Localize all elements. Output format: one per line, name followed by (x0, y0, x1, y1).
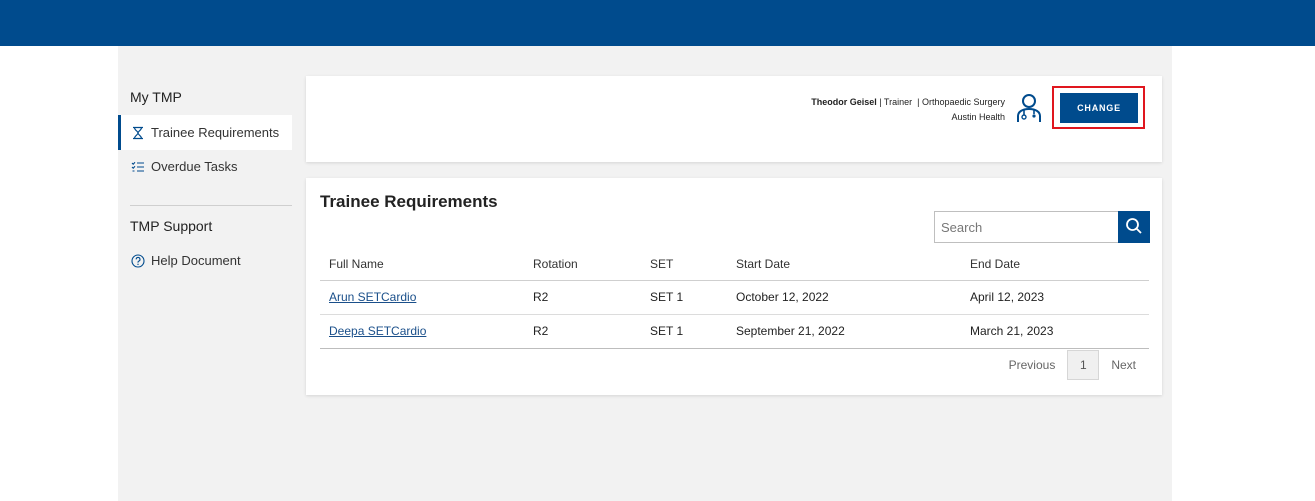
pagination: Previous 1 Next (997, 350, 1148, 380)
sidebar-item-label: Trainee Requirements (151, 125, 280, 140)
table-header-row: Full Name Rotation SET Start Date End Da… (320, 248, 1149, 281)
user-name: Theodor Geisel (811, 97, 877, 107)
pagination-next[interactable]: Next (1099, 358, 1148, 372)
sidebar-heading-tmp-support: TMP Support (130, 218, 213, 234)
set-cell: SET 1 (641, 314, 727, 349)
sidebar-item-overdue-tasks[interactable]: Overdue Tasks (118, 149, 292, 184)
user-header-card: Theodor Geisel | Trainer | Orthopaedic S… (306, 76, 1162, 162)
search-bar (934, 211, 1150, 243)
user-specialty: | Orthopaedic Surgery (917, 97, 1005, 107)
trainee-requirements-icon (131, 126, 145, 140)
trainee-name-cell: Deepa SETCardio (320, 314, 524, 349)
column-header-end-date[interactable]: End Date (961, 248, 1149, 281)
sidebar-divider (130, 205, 292, 206)
question-circle-icon (131, 253, 145, 268)
trainee-table: Full Name Rotation SET Start Date End Da… (320, 248, 1149, 349)
end-date-cell: April 12, 2023 (961, 280, 1149, 315)
column-header-set[interactable]: SET (641, 248, 727, 281)
set-cell: SET 1 (641, 280, 727, 315)
sidebar-item-help-document[interactable]: Help Document (118, 243, 292, 278)
trainee-name-cell: Arun SETCardio (320, 280, 524, 315)
table-row: Deepa SETCardio R2 SET 1 September 21, 2… (320, 314, 1149, 349)
search-button[interactable] (1118, 211, 1150, 243)
change-button[interactable]: CHANGE (1060, 93, 1138, 123)
column-header-start-date[interactable]: Start Date (727, 248, 961, 281)
user-organisation: Austin Health (951, 112, 1005, 122)
table-row: Arun SETCardio R2 SET 1 October 12, 2022… (320, 280, 1149, 315)
start-date-cell: September 21, 2022 (727, 314, 961, 349)
sidebar-item-label: Help Document (151, 253, 241, 268)
pagination-page-1[interactable]: 1 (1067, 350, 1100, 380)
column-header-rotation[interactable]: Rotation (524, 248, 641, 281)
user-role: | Trainer (879, 97, 913, 107)
end-date-cell: March 21, 2023 (961, 314, 1149, 349)
search-input[interactable] (934, 211, 1118, 243)
rotation-cell: R2 (524, 314, 641, 349)
sidebar-item-label: Overdue Tasks (151, 159, 238, 174)
card-title: Trainee Requirements (320, 192, 498, 211)
sidebar-item-trainee-requirements[interactable]: Trainee Requirements (118, 115, 292, 150)
column-header-full-name[interactable]: Full Name (320, 248, 524, 281)
search-icon (1125, 217, 1143, 238)
start-date-cell: October 12, 2022 (727, 280, 961, 315)
checklist-icon (131, 160, 145, 174)
rotation-cell: R2 (524, 280, 641, 315)
user-info: Theodor Geisel | Trainer | Orthopaedic S… (811, 95, 1005, 125)
top-banner (0, 0, 1315, 46)
trainee-name-link[interactable]: Deepa SETCardio (329, 324, 426, 338)
trainee-requirements-card: Trainee Requirements Full Name Rotation … (306, 178, 1162, 395)
app-shell: My TMP Trainee Requirements Overdue Task… (118, 46, 1172, 501)
doctor-avatar-icon (1014, 92, 1044, 124)
pagination-previous[interactable]: Previous (997, 358, 1068, 372)
trainee-name-link[interactable]: Arun SETCardio (329, 290, 416, 304)
sidebar-heading-my-tmp: My TMP (130, 89, 182, 105)
